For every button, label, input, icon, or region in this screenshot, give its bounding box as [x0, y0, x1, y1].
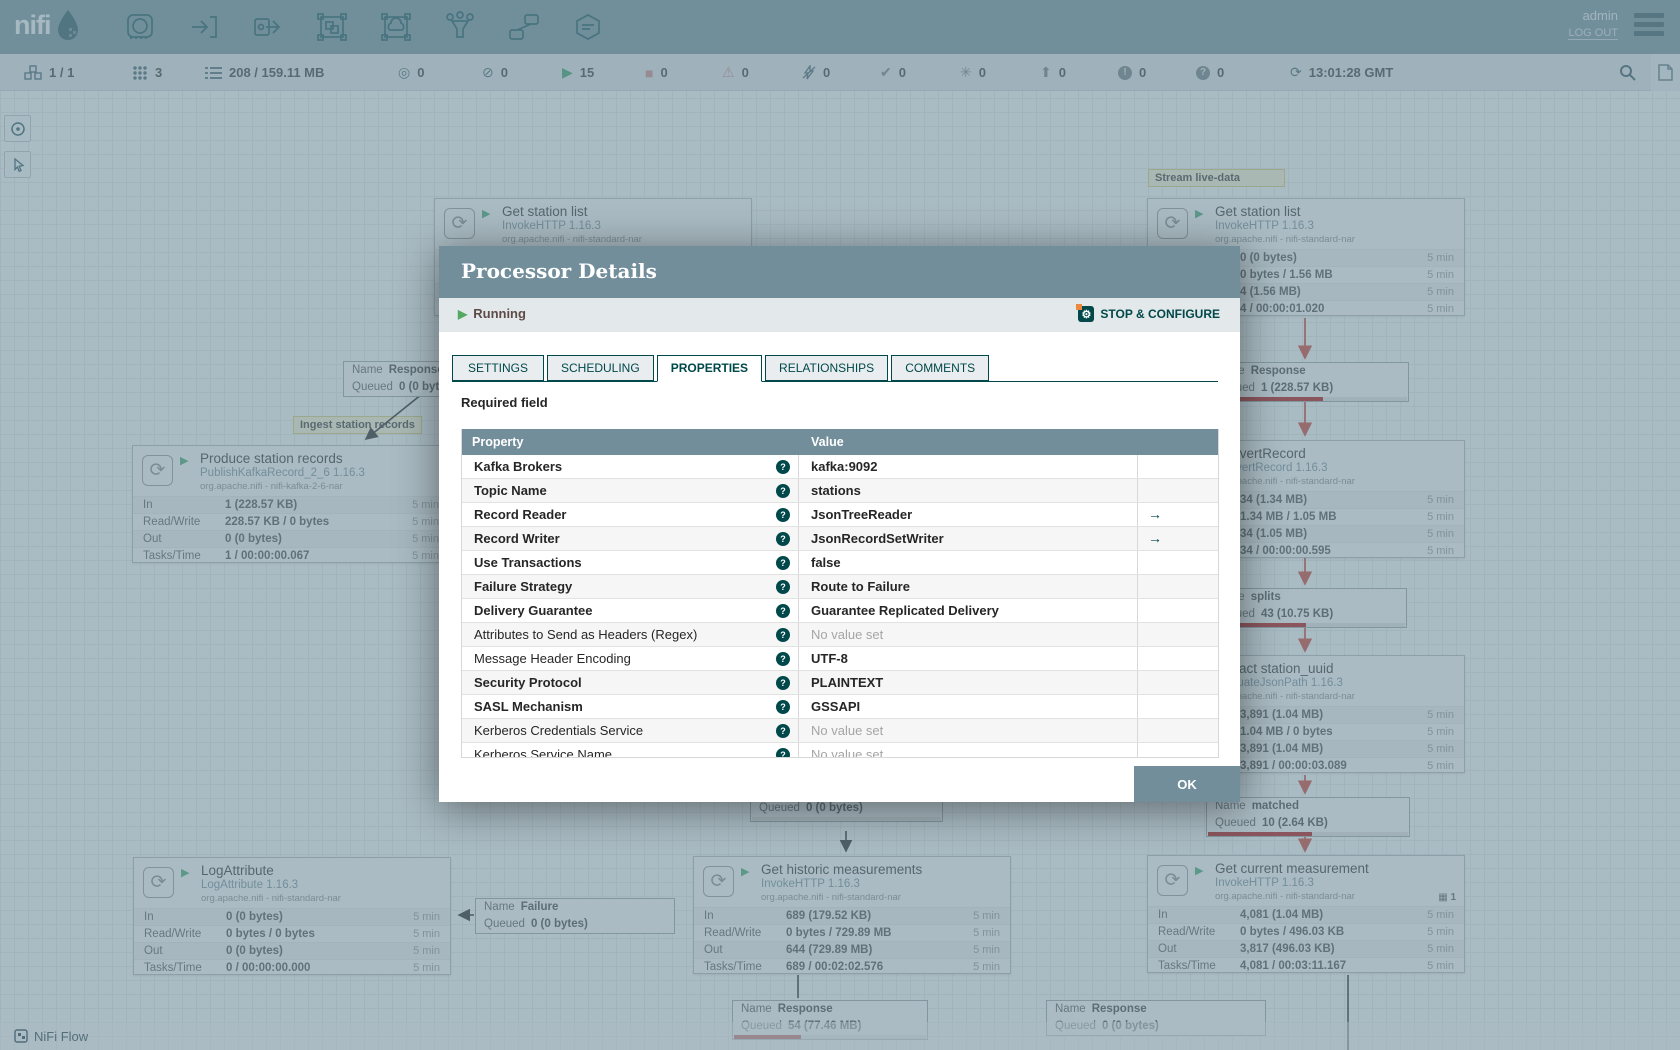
help-icon[interactable]: ?: [776, 580, 790, 594]
tab-relationships[interactable]: RELATIONSHIPS: [765, 355, 889, 381]
gear-icon: ⚙: [1076, 304, 1095, 322]
property-name: Use Transactions: [474, 555, 582, 570]
table-row[interactable]: Message Header Encoding? UTF-8: [462, 647, 1218, 671]
table-row[interactable]: Topic Name? stations: [462, 479, 1218, 503]
property-name: Record Reader: [474, 507, 567, 522]
property-value: stations: [811, 483, 861, 498]
running-icon: ▶: [458, 307, 468, 321]
property-name: Record Writer: [474, 531, 560, 546]
help-icon[interactable]: ?: [776, 532, 790, 546]
required-field-note: Required field: [461, 395, 548, 410]
property-name: Security Protocol: [474, 675, 582, 690]
property-value: No value set: [811, 723, 884, 738]
help-icon[interactable]: ?: [776, 460, 790, 474]
table-row[interactable]: Use Transactions? false: [462, 551, 1218, 575]
property-value: kafka:9092: [811, 459, 878, 474]
table-row[interactable]: Record Reader? JsonTreeReader →: [462, 503, 1218, 527]
property-value: GSSAPI: [811, 699, 861, 714]
run-status: ▶ Running: [458, 306, 526, 321]
help-icon[interactable]: ?: [776, 652, 790, 666]
table-row[interactable]: Record Writer? JsonRecordSetWriter →: [462, 527, 1218, 551]
property-value: No value set: [811, 627, 884, 642]
stop-and-configure-button[interactable]: ⚙ STOP & CONFIGURE: [1076, 304, 1220, 322]
dialog-titlebar: Processor Details: [439, 246, 1240, 298]
tab-scheduling[interactable]: SCHEDULING: [547, 355, 654, 381]
go-to-service-icon[interactable]: →: [1138, 527, 1218, 550]
help-icon[interactable]: ?: [776, 724, 790, 738]
property-column-header: Property: [472, 435, 524, 449]
help-icon[interactable]: ?: [776, 700, 790, 714]
table-row[interactable]: Attributes to Send as Headers (Regex)? N…: [462, 623, 1218, 647]
dialog-status-strip: ▶ Running ⚙ STOP & CONFIGURE: [439, 298, 1240, 332]
property-name: Topic Name: [474, 483, 547, 498]
go-to-service-icon[interactable]: →: [1138, 503, 1218, 526]
property-name: Kerberos Credentials Service: [474, 723, 644, 738]
table-row[interactable]: Kerberos Credentials Service? No value s…: [462, 719, 1218, 743]
tab-properties[interactable]: PROPERTIES: [656, 355, 763, 382]
ok-button[interactable]: OK: [1134, 766, 1240, 802]
property-value: UTF-8: [811, 651, 848, 666]
help-icon[interactable]: ?: [776, 676, 790, 690]
table-header: Property Value: [462, 429, 1218, 455]
help-icon[interactable]: ?: [776, 604, 790, 618]
property-name: SASL Mechanism: [474, 699, 583, 714]
property-value: Route to Failure: [811, 579, 910, 594]
property-value: JsonRecordSetWriter: [811, 531, 944, 546]
property-value: Guarantee Replicated Delivery: [811, 603, 999, 618]
property-name: Delivery Guarantee: [474, 603, 593, 618]
table-row[interactable]: Security Protocol? PLAINTEXT: [462, 671, 1218, 695]
table-row[interactable]: Kerberos Service Name? No value set: [462, 743, 1218, 758]
help-icon[interactable]: ?: [776, 556, 790, 570]
nifi-app: Stream live-data Ingest station records …: [0, 0, 1680, 1050]
value-column-header: Value: [811, 435, 844, 449]
help-icon[interactable]: ?: [776, 748, 790, 757]
dialog-title: Processor Details: [461, 259, 657, 283]
help-icon[interactable]: ?: [776, 508, 790, 522]
properties-table: Property Value Kafka Brokers? kafka:9092…: [461, 429, 1219, 758]
property-value: No value set: [811, 747, 884, 758]
help-icon[interactable]: ?: [776, 628, 790, 642]
property-name: Attributes to Send as Headers (Regex): [474, 627, 698, 642]
property-name: Failure Strategy: [474, 579, 573, 594]
help-icon[interactable]: ?: [776, 484, 790, 498]
table-row[interactable]: Kafka Brokers? kafka:9092: [462, 455, 1218, 479]
table-row[interactable]: SASL Mechanism? GSSAPI: [462, 695, 1218, 719]
property-value: JsonTreeReader: [811, 507, 913, 522]
property-name: Message Header Encoding: [474, 651, 631, 666]
property-value: PLAINTEXT: [811, 675, 884, 690]
tab-settings[interactable]: SETTINGS: [452, 355, 544, 381]
property-value: false: [811, 555, 841, 570]
table-row[interactable]: Failure Strategy? Route to Failure: [462, 575, 1218, 599]
dialog-tabs: SETTINGS SCHEDULING PROPERTIES RELATIONS…: [452, 355, 1218, 382]
tab-comments[interactable]: COMMENTS: [891, 355, 990, 381]
processor-details-dialog: Processor Details ▶ Running ⚙ STOP & CONF…: [439, 246, 1240, 802]
property-name: Kerberos Service Name: [474, 747, 612, 758]
property-name: Kafka Brokers: [474, 459, 563, 474]
table-row[interactable]: Delivery Guarantee? Guarantee Replicated…: [462, 599, 1218, 623]
